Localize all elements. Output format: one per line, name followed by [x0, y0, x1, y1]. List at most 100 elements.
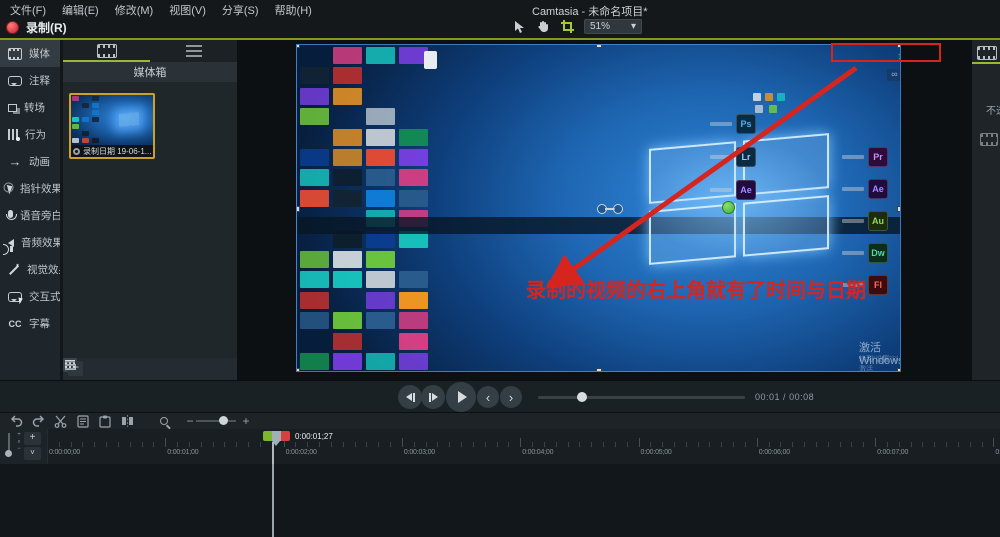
copy-button[interactable] — [75, 414, 91, 428]
app-icon-ae[interactable]: Ae — [736, 180, 756, 200]
app-icon-au[interactable]: Au — [868, 211, 888, 231]
next-frame-button[interactable]: › — [500, 386, 522, 408]
selection-in-handle[interactable] — [263, 431, 272, 441]
app-icon-fl[interactable]: Fl — [868, 275, 888, 295]
playhead-handle[interactable] — [272, 431, 281, 441]
ruler-tick — [568, 442, 569, 447]
mosaic-tile — [300, 88, 329, 105]
timeline-zoom-slider[interactable] — [196, 420, 236, 422]
sidebar-item-speaker[interactable]: 音频效果 — [0, 229, 60, 256]
ruler-tick — [390, 442, 391, 447]
undo-button[interactable] — [8, 414, 24, 428]
ruler-tick — [615, 442, 616, 447]
canvas-zoom-select[interactable]: 51% ▾ — [584, 19, 642, 34]
sidebar-item-cc[interactable]: CC字幕 — [0, 310, 60, 337]
sidebar-item-label: 语音旁白 — [20, 208, 62, 223]
app-icon-pr[interactable]: Pr — [868, 147, 888, 167]
ruler-tick — [721, 442, 722, 447]
desktop-icons-mosaic — [300, 47, 433, 371]
sidebar-item-wand[interactable]: 视觉效果 — [0, 256, 60, 283]
sidebar-item-cursor[interactable]: 指针效果 — [0, 175, 60, 202]
selection-handle[interactable] — [596, 44, 602, 48]
playhead-marker[interactable] — [263, 431, 290, 442]
paste-button[interactable] — [97, 414, 113, 428]
timeline-ruler[interactable]: 0:00:00;000:00:01;000:00:02;000:00:03;00… — [48, 429, 1000, 464]
sidebar-item-transition[interactable]: 转场 — [0, 94, 60, 121]
sidebar-item-interactive[interactable]: 交互式功能 — [0, 283, 60, 310]
media-clip-thumbnail[interactable]: 录制日期 19-06-1... — [69, 93, 155, 159]
ruler-tick — [828, 442, 829, 447]
canvas-stage: PsLrAe PrAeAuDwFl 10:27:47 周六 06/15/2019… — [237, 40, 972, 380]
selection-handle[interactable] — [897, 206, 901, 212]
menu-item-1[interactable]: 文件(F) — [10, 2, 46, 18]
sidebar-item-callout[interactable]: 注释 — [0, 67, 60, 94]
menu-item-6[interactable]: 帮助(H) — [275, 2, 312, 18]
tab-media-thumbnails[interactable] — [63, 40, 150, 62]
time-current: 00:01 — [755, 392, 780, 402]
mosaic-tile — [333, 251, 362, 268]
ruler-tick — [532, 442, 533, 447]
behavior-icon — [8, 129, 18, 140]
timeline-zoom-icon[interactable] — [156, 414, 172, 428]
properties-panel-collapsed: 不透 — [972, 40, 1000, 380]
rotation-handle[interactable] — [597, 204, 623, 213]
sidebar-item-animation-arrow[interactable]: →动画 — [0, 148, 60, 175]
split-button[interactable] — [119, 414, 135, 428]
record-icon — [6, 21, 19, 34]
step-forward-button[interactable] — [421, 385, 445, 409]
timeline-zoom-in-button[interactable]: + — [238, 414, 254, 428]
app-icon-label — [710, 155, 732, 159]
mosaic-tile — [72, 117, 79, 122]
app-icon-dw[interactable]: Dw — [868, 243, 888, 263]
sidebar-item-film[interactable]: 媒体 — [0, 40, 60, 67]
pan-hand-icon[interactable] — [536, 19, 551, 34]
cut-button[interactable] — [52, 414, 68, 428]
menu-item-5[interactable]: 分享(S) — [222, 2, 259, 18]
redo-button[interactable] — [30, 414, 46, 428]
selection-handle[interactable] — [897, 368, 901, 372]
mosaic-tile — [82, 103, 89, 108]
playhead-line-tracks[interactable] — [272, 464, 274, 537]
ruler-tick — [224, 442, 225, 447]
properties-media-tab-icon[interactable] — [977, 46, 997, 60]
video-clip-on-canvas[interactable]: PsLrAe PrAeAuDwFl 10:27:47 周六 06/15/2019… — [296, 44, 901, 372]
tab-media-details[interactable] — [150, 40, 237, 62]
track-height-slider[interactable] — [8, 433, 10, 455]
mosaic-tile — [300, 312, 329, 329]
interactive-icon — [8, 292, 22, 302]
record-button[interactable]: 录制(R) — [6, 19, 67, 36]
previous-frame-button[interactable]: ‹ — [477, 386, 499, 408]
selection-handle[interactable] — [296, 44, 300, 48]
app-icon-ps[interactable]: Ps — [736, 114, 756, 134]
annotation-red-rectangle[interactable] — [831, 43, 941, 62]
ruler-tick — [177, 442, 178, 447]
ruler-tick — [295, 442, 296, 447]
ruler-tick — [686, 442, 687, 447]
sidebar-item-behavior[interactable]: 行为 — [0, 121, 60, 148]
app-icon-lr[interactable]: Lr — [736, 147, 756, 167]
transition-icon — [8, 104, 17, 112]
mosaic-tile — [82, 117, 89, 122]
callout-icon — [8, 76, 22, 86]
menu-item-3[interactable]: 修改(M) — [115, 2, 154, 18]
collapse-tracks-button[interactable]: ˅ — [24, 447, 41, 460]
app-icon-ae[interactable]: Ae — [868, 179, 888, 199]
play-button[interactable] — [446, 382, 476, 412]
crop-icon[interactable] — [560, 19, 575, 34]
add-track-button[interactable]: + — [24, 432, 41, 445]
selection-out-handle[interactable] — [281, 431, 290, 441]
step-backward-button[interactable] — [398, 385, 422, 409]
selection-handle[interactable] — [296, 206, 300, 212]
menu-item-4[interactable]: 视图(V) — [169, 2, 206, 18]
menu-item-2[interactable]: 编辑(E) — [62, 2, 99, 18]
scrubber-track[interactable] — [538, 396, 745, 399]
scrubber-handle[interactable] — [577, 392, 587, 402]
annotation-text[interactable]: 录制的视频的右上角就有了时间与日期 — [526, 274, 866, 303]
sidebar-item-microphone[interactable]: 语音旁白 — [0, 202, 60, 229]
selection-cursor-icon[interactable] — [512, 19, 527, 34]
timeline-zoom-handle[interactable] — [219, 416, 228, 425]
selection-handle[interactable] — [296, 368, 300, 372]
selection-handle[interactable] — [596, 368, 602, 372]
ruler-tick — [698, 442, 699, 447]
timeline-tracks[interactable] — [0, 464, 1000, 537]
